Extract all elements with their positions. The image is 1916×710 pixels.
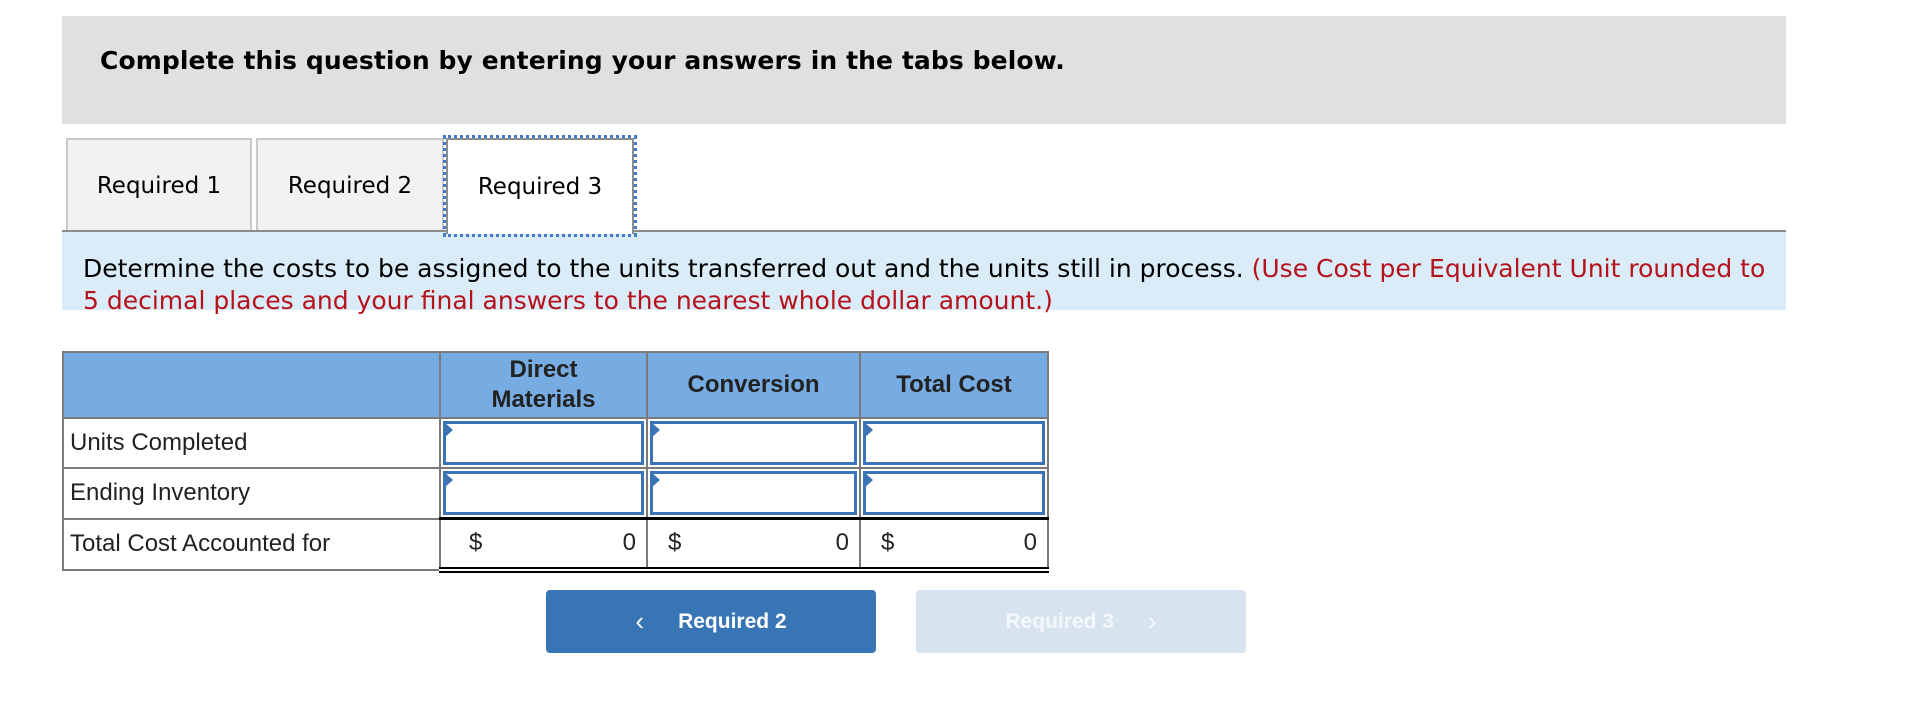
input-flag-icon: [864, 472, 873, 488]
tab-label: Required 3: [477, 174, 603, 200]
total-conversion: $ 0: [646, 517, 861, 573]
instructions-text: Determine the costs to be assigned to th…: [83, 254, 1244, 283]
total-value: 0: [835, 529, 849, 557]
tab-required-2[interactable]: Required 2: [256, 138, 444, 232]
cell-ending-inventory-conversion: [646, 467, 861, 520]
cell-units-completed-direct-materials: [439, 417, 648, 469]
prev-button-label: Required 2: [678, 609, 787, 633]
header-line: Materials: [491, 386, 596, 413]
currency-symbol: $: [881, 529, 895, 557]
total-value: 0: [1023, 529, 1037, 557]
tab-required-3[interactable]: Required 3: [443, 135, 637, 237]
next-button-label: Required 3: [1005, 609, 1114, 633]
chevron-right-icon: ›: [1147, 606, 1157, 636]
currency-symbol: $: [668, 529, 682, 557]
total-value: 0: [622, 529, 636, 557]
instructions-panel: Determine the costs to be assigned to th…: [62, 232, 1786, 315]
tab-bar: Required 1 Required 2 Required 3: [62, 134, 1786, 237]
total-direct-materials: $ 0: [439, 517, 648, 573]
ending-inventory-direct-materials-input[interactable]: [443, 471, 644, 515]
cell-ending-inventory-direct-materials: [439, 467, 648, 520]
input-flag-icon: [444, 472, 453, 488]
cell-units-completed-conversion: [646, 417, 861, 469]
row-label: Total Cost Accounted for: [62, 517, 441, 571]
header-direct-materials: Direct Materials: [439, 351, 648, 419]
input-flag-icon: [651, 422, 660, 438]
tab-label: Required 2: [287, 173, 413, 199]
row-label: Units Completed: [62, 417, 441, 469]
chevron-left-icon: ‹: [635, 606, 645, 636]
table-row-total-cost-accounted-for: Total Cost Accounted for $ 0 $ 0 $ 0: [62, 517, 1049, 573]
cost-assignment-table: Direct Materials Conversion Total Cost U…: [62, 351, 1049, 573]
total-total-cost: $ 0: [859, 517, 1049, 573]
currency-symbol: $: [469, 529, 483, 557]
table-header-row: Direct Materials Conversion Total Cost: [62, 351, 1049, 419]
header-total-cost: Total Cost: [859, 351, 1049, 419]
header-line: Direct: [509, 356, 578, 383]
ending-inventory-conversion-input[interactable]: [650, 471, 857, 515]
table-row-ending-inventory: Ending Inventory: [62, 467, 1049, 520]
banner-title: Complete this question by entering your …: [100, 46, 1065, 75]
question-banner: Complete this question by entering your …: [62, 16, 1786, 124]
header-conversion: Conversion: [646, 351, 861, 419]
ending-inventory-total-cost-input[interactable]: [863, 471, 1045, 515]
prev-required-2-button[interactable]: ‹ Required 2: [546, 590, 876, 653]
tab-required-1[interactable]: Required 1: [66, 138, 252, 232]
units-completed-conversion-input[interactable]: [650, 421, 857, 465]
units-completed-total-cost-input[interactable]: [863, 421, 1045, 465]
table-row-units-completed: Units Completed: [62, 417, 1049, 469]
row-label: Ending Inventory: [62, 467, 441, 520]
units-completed-direct-materials-input[interactable]: [443, 421, 644, 465]
cell-units-completed-total-cost: [859, 417, 1049, 469]
header-blank: [62, 351, 441, 419]
next-required-3-button[interactable]: Required 3 ›: [916, 590, 1246, 653]
input-flag-icon: [651, 472, 660, 488]
input-flag-icon: [864, 422, 873, 438]
input-flag-icon: [444, 422, 453, 438]
cell-ending-inventory-total-cost: [859, 467, 1049, 520]
tab-label: Required 1: [96, 173, 222, 199]
